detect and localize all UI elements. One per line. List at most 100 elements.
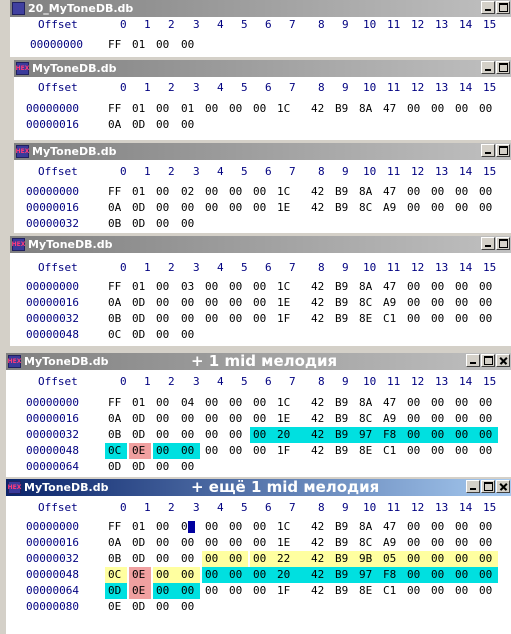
hex-window-1[interactable]: HEX MyToneDB.db Offset 0 1 2 3 4 5 6 7 8 9 10 11 12 13 14… [14, 60, 511, 140]
hex-byte[interactable]: 42 [311, 395, 324, 411]
hex-byte[interactable]: 00 [181, 567, 194, 583]
hex-byte[interactable]: 01 [132, 395, 145, 411]
hex-byte[interactable]: FF [108, 184, 121, 200]
hex-byte[interactable]: 00 [431, 519, 444, 535]
hex-byte[interactable]: 1C [277, 279, 290, 295]
hex-byte[interactable]: 00 [229, 200, 242, 216]
hex-byte[interactable]: 00 [205, 567, 218, 583]
hex-byte[interactable]: 00 [229, 184, 242, 200]
hex-byte[interactable]: 0D [132, 311, 145, 327]
hex-byte[interactable]: 00 [253, 443, 266, 459]
hex-byte[interactable]: 00 [156, 599, 169, 615]
hex-byte[interactable]: 00 [181, 311, 194, 327]
hex-byte[interactable]: 1E [277, 295, 290, 311]
hex-byte[interactable]: 00 [253, 535, 266, 551]
hex-byte[interactable]: 42 [311, 200, 324, 216]
hex-byte[interactable]: 0B [108, 311, 121, 327]
hex-byte[interactable]: 00 [205, 311, 218, 327]
hex-byte[interactable]: FF [108, 101, 121, 117]
hex-byte[interactable]: 0C [108, 567, 121, 583]
hex-byte[interactable]: 00 [205, 101, 218, 117]
hex-byte[interactable]: B9 [335, 279, 348, 295]
hex-byte[interactable]: 00 [455, 200, 468, 216]
hex-byte[interactable]: 42 [311, 535, 324, 551]
hex-byte[interactable]: 0D [132, 535, 145, 551]
hex-byte[interactable]: 42 [311, 101, 324, 117]
hex-byte[interactable]: 00 [407, 395, 420, 411]
hex-byte[interactable]: FF [108, 37, 121, 53]
hex-byte[interactable]: 0A [108, 535, 121, 551]
hex-byte[interactable]: 00 [181, 216, 194, 232]
title-bar[interactable]: HEX MyToneDB.db [14, 60, 511, 77]
hex-byte[interactable]: B9 [335, 551, 348, 567]
hex-byte[interactable]: A9 [383, 535, 396, 551]
hex-byte[interactable]: 00 [205, 200, 218, 216]
hex-byte[interactable]: 00 [479, 551, 492, 567]
hex-byte[interactable]: 00 [156, 311, 169, 327]
hex-byte[interactable]: 00 [156, 279, 169, 295]
hex-byte[interactable]: 0C [108, 443, 121, 459]
hex-byte[interactable]: 00 [455, 551, 468, 567]
hex-byte[interactable]: 0D [132, 551, 145, 567]
hex-byte[interactable]: 00 [431, 551, 444, 567]
hex-byte[interactable]: 01 [132, 101, 145, 117]
hex-byte[interactable]: FF [108, 395, 121, 411]
hex-byte[interactable]: 42 [311, 295, 324, 311]
hex-byte[interactable]: 00 [205, 551, 218, 567]
hex-byte[interactable]: 00 [181, 551, 194, 567]
hex-byte[interactable]: 47 [383, 279, 396, 295]
hex-byte[interactable]: 0A [108, 200, 121, 216]
hex-byte[interactable]: 20 [277, 427, 290, 443]
hex-byte[interactable]: 00 [407, 583, 420, 599]
hex-byte[interactable]: 42 [311, 551, 324, 567]
hex-byte[interactable]: B9 [335, 411, 348, 427]
hex-byte[interactable]: 00 [479, 311, 492, 327]
hex-byte[interactable]: 00 [253, 184, 266, 200]
hex-byte[interactable]: B9 [335, 427, 348, 443]
hex-byte[interactable]: 1C [277, 101, 290, 117]
maximize-button[interactable] [481, 480, 495, 493]
hex-byte[interactable]: 1C [277, 395, 290, 411]
hex-byte[interactable]: 00 [156, 519, 169, 535]
hex-byte[interactable]: B9 [335, 519, 348, 535]
close-button[interactable] [496, 354, 510, 367]
hex-byte[interactable]: 00 [156, 395, 169, 411]
hex-byte[interactable]: 00 [205, 184, 218, 200]
hex-byte[interactable]: 00 [205, 583, 218, 599]
hex-byte[interactable]: 0D [132, 117, 145, 133]
hex-byte[interactable]: 00 [253, 395, 266, 411]
hex-byte[interactable]: 97 [359, 427, 372, 443]
hex-byte[interactable]: C1 [383, 443, 396, 459]
hex-byte[interactable]: 00 [156, 459, 169, 475]
hex-byte[interactable]: 00 [181, 459, 194, 475]
hex-byte[interactable]: 00 [431, 395, 444, 411]
hex-byte[interactable]: 02 [181, 184, 194, 200]
hex-byte[interactable]: 00 [229, 583, 242, 599]
title-bar[interactable]: HEX MyToneDB.db [14, 143, 511, 160]
hex-byte[interactable]: 00 [156, 117, 169, 133]
hex-byte[interactable]: 47 [383, 101, 396, 117]
hex-byte[interactable]: 00 [205, 295, 218, 311]
hex-byte[interactable]: 00 [479, 535, 492, 551]
hex-byte[interactable]: 1C [277, 519, 290, 535]
hex-byte[interactable]: 00 [205, 519, 218, 535]
hex-byte[interactable]: 0B [108, 551, 121, 567]
hex-byte[interactable]: 00 [229, 535, 242, 551]
hex-byte[interactable]: 1E [277, 411, 290, 427]
hex-byte[interactable]: 00 [431, 295, 444, 311]
hex-byte[interactable]: 00 [181, 327, 194, 343]
hex-byte[interactable]: 0A [108, 295, 121, 311]
hex-byte[interactable]: 00 [407, 535, 420, 551]
hex-byte[interactable]: 00 [431, 583, 444, 599]
maximize-button[interactable] [481, 354, 495, 367]
hex-byte[interactable]: 00 [181, 411, 194, 427]
hex-byte[interactable]: 00 [479, 101, 492, 117]
hex-byte[interactable]: 00 [431, 200, 444, 216]
hex-byte[interactable]: 0D [108, 583, 121, 599]
hex-byte[interactable]: 00 [407, 567, 420, 583]
hex-byte[interactable]: 00 [455, 295, 468, 311]
minimize-button[interactable] [481, 61, 495, 74]
hex-byte[interactable]: 01 [132, 279, 145, 295]
hex-byte[interactable]: 00 [479, 184, 492, 200]
hex-byte[interactable]: 0D [132, 459, 145, 475]
